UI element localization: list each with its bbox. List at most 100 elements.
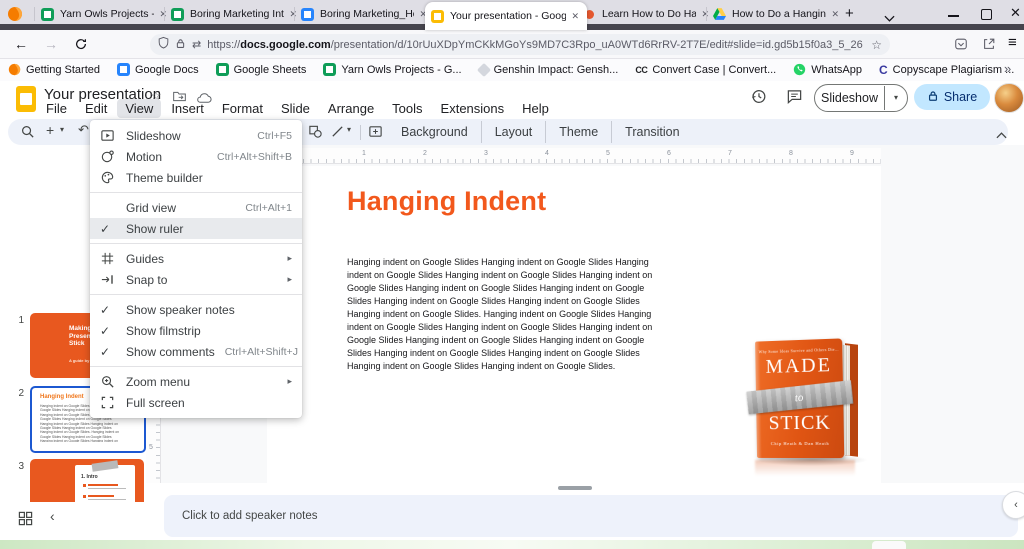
bookmark-copyscape-plagiarism[interactable]: CCopyscape Plagiarism ... [879, 63, 1014, 76]
share-button[interactable]: Share [914, 84, 990, 110]
forward-button[interactable]: → [44, 36, 58, 52]
bookmarks-overflow-chevron[interactable]: » [1004, 61, 1011, 76]
slides-logo-icon[interactable] [16, 86, 36, 112]
menubar-arrange[interactable]: Arrange [320, 99, 382, 118]
menubar-tools[interactable]: Tools [384, 99, 430, 118]
search-menus-icon[interactable] [20, 124, 35, 144]
theme-icon [100, 170, 126, 185]
tab-list-chevron-icon[interactable] [884, 9, 895, 27]
window-close-button[interactable]: ✕ [1010, 5, 1021, 21]
menu-item-show-ruler[interactable]: ✓Show ruler [90, 218, 302, 239]
browser-tab-your-presentation-google[interactable]: Your presentation - Google✕ [425, 2, 587, 30]
menu-item-show-filmstrip[interactable]: ✓Show filmstrip [90, 320, 302, 341]
back-button[interactable]: ← [14, 36, 28, 52]
bookmark-label: WhatsApp [811, 64, 862, 76]
browser-tab-learn-how-to-do-hanging-[interactable]: Learn How to Do Hanging I✕ [577, 4, 717, 24]
speaker-notes-placeholder: Click to add speaker notes [182, 510, 318, 522]
desktop-wallpaper-strip [0, 540, 1024, 549]
toolbar-transition-button[interactable]: Transition [611, 121, 692, 143]
line-icon[interactable] [330, 124, 345, 144]
bookmark-whatsapp[interactable]: WhatsApp [793, 63, 862, 76]
notes-resize-handle[interactable] [558, 486, 592, 490]
browser-tab-boring-marketing-interna[interactable]: Boring Marketing Internal -✕ [165, 4, 305, 24]
menu-item-guides[interactable]: Guides▸ [90, 248, 302, 269]
new-slide-button[interactable]: + [46, 122, 54, 138]
new-tab-button[interactable]: + [845, 5, 854, 22]
shield-icon[interactable] [158, 36, 169, 54]
menu-item-show-speaker-notes[interactable]: ✓Show speaker notes [90, 299, 302, 320]
url-text[interactable]: https://docs.google.com/presentation/d/1… [207, 39, 863, 51]
menu-item-motion[interactable]: MotionCtrl+Alt+Shift+B [90, 146, 302, 167]
expand-panel-button[interactable]: ‹ [1002, 491, 1024, 519]
slides-favicon [431, 10, 444, 23]
ruler-number: 1 [362, 150, 366, 157]
account-avatar[interactable] [994, 83, 1024, 113]
screen: Yarn Owls Projects - Google✕Boring Marke… [0, 0, 1024, 549]
undo-icon[interactable]: ↶ [78, 122, 89, 138]
version-history-icon[interactable] [750, 88, 767, 110]
menu-item-snap-to[interactable]: Snap to▸ [90, 269, 302, 290]
bookmark-google-sheets[interactable]: Google Sheets [216, 63, 307, 76]
pocket-icon[interactable] [954, 37, 968, 56]
tab-close-button[interactable]: ✕ [569, 10, 581, 23]
book-image[interactable]: Why Some Ideas Survive and Others Die...… [748, 332, 881, 477]
menubar-file[interactable]: File [38, 99, 75, 118]
menu-item-show-comments[interactable]: ✓Show commentsCtrl+Alt+Shift+J [90, 341, 302, 362]
menubar-format[interactable]: Format [214, 99, 271, 118]
tab-close-button[interactable]: ✕ [829, 8, 841, 21]
menu-item-grid-view[interactable]: Grid viewCtrl+Alt+1 [90, 197, 302, 218]
slide-thumbnail-3[interactable]: 1. Intro [30, 459, 144, 502]
menubar-extensions[interactable]: Extensions [433, 99, 513, 118]
line-caret[interactable]: ▾ [347, 125, 351, 134]
browser-tab-how-to-do-a-hanging-inde[interactable]: How to Do a Hanging Inde✕ [707, 4, 847, 24]
menubar-insert[interactable]: Insert [163, 99, 212, 118]
text-box-icon[interactable] [368, 124, 383, 144]
sheets-favicon [41, 8, 54, 21]
share-page-icon[interactable] [982, 37, 996, 56]
tracking-toggle-icon[interactable]: ⇄ [192, 38, 201, 51]
comments-icon[interactable] [786, 88, 803, 110]
speaker-notes-panel[interactable]: Click to add speaker notes [164, 495, 1018, 537]
collapse-filmstrip-chevron[interactable]: ‹ [50, 508, 55, 524]
menu-item-zoom-menu[interactable]: Zoom menu▸ [90, 371, 302, 392]
browser-tab-yarn-owls-projects-googl[interactable]: Yarn Owls Projects - Google✕ [35, 4, 175, 24]
menubar-help[interactable]: Help [514, 99, 557, 118]
bookmark-yarn-owls-projects-g[interactable]: Yarn Owls Projects - G... [323, 63, 461, 76]
browser-tab-boring-marketing-how-to-[interactable]: Boring Marketing_How To D✕ [295, 4, 435, 24]
menu-item-slideshow[interactable]: SlideshowCtrl+F5 [90, 125, 302, 146]
grid-view-icon[interactable] [18, 511, 33, 531]
toolbar-background-button[interactable]: Background [388, 121, 481, 143]
shape-icon[interactable] [308, 124, 323, 144]
drive-favicon [713, 8, 726, 21]
slide-page[interactable]: Hanging Indent Hanging indent on Google … [267, 166, 881, 483]
menu-item-theme-builder[interactable]: Theme builder [90, 167, 302, 188]
menubar-edit[interactable]: Edit [77, 99, 115, 118]
reload-button[interactable] [74, 37, 88, 56]
url-bar[interactable]: ⇄ https://docs.google.com/presentation/d… [150, 34, 890, 55]
collapse-toolbar-chevron-icon[interactable] [996, 126, 1007, 144]
window-minimize-button[interactable] [948, 15, 959, 17]
zoom-icon [100, 374, 126, 389]
menu-item-shortcut: Ctrl+Alt+Shift+J [215, 346, 298, 358]
menu-item-full-screen[interactable]: Full screen [90, 392, 302, 413]
new-slide-caret[interactable]: ▾ [60, 125, 64, 134]
bookmark-getting-started[interactable]: Getting Started [8, 63, 100, 76]
slide-body-text[interactable]: Hanging indent on Google Slides Hanging … [347, 256, 661, 373]
slide-title-text[interactable]: Hanging Indent [347, 186, 546, 217]
toolbar-divider [360, 125, 361, 140]
bookmark-google-docs[interactable]: Google Docs [117, 63, 199, 76]
menubar-slide[interactable]: Slide [273, 99, 318, 118]
menu-icon[interactable]: ≡ [1008, 34, 1017, 51]
toolbar-theme-button[interactable]: Theme [545, 121, 611, 143]
menubar-view[interactable]: View [117, 99, 161, 118]
bookmark-convert-case-convert[interactable]: CCConvert Case | Convert... [635, 63, 776, 76]
bookmark-star-icon[interactable]: ☆ [871, 38, 882, 52]
slideshow-dropdown-caret[interactable]: ▾ [884, 86, 907, 110]
firefox-icon[interactable] [7, 6, 23, 22]
slideshow-button[interactable]: Slideshow ▾ [814, 84, 908, 112]
lock-icon[interactable] [175, 36, 186, 54]
menu-divider [90, 294, 302, 295]
bookmark-genshin-impact-gensh[interactable]: Genshin Impact: Gensh... [479, 64, 619, 76]
toolbar-layout-button[interactable]: Layout [481, 121, 546, 143]
window-maximize-button[interactable] [981, 9, 992, 20]
